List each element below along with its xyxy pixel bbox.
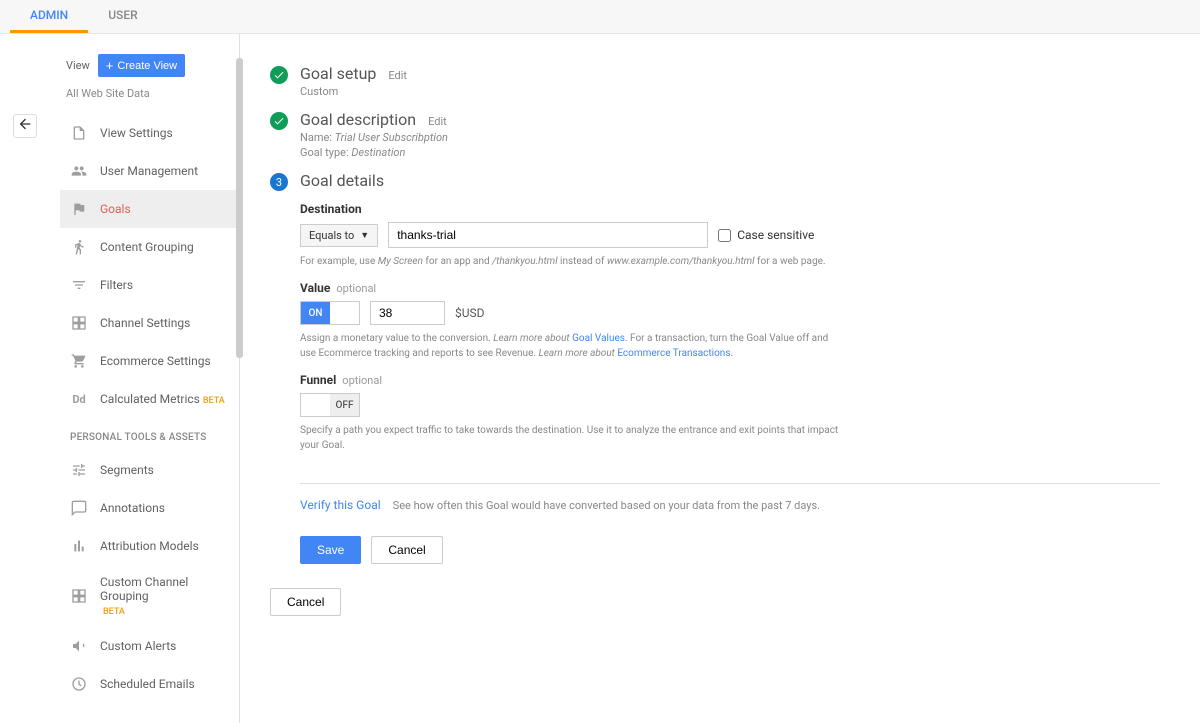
case-sensitive-box[interactable] <box>718 229 731 242</box>
step-goal-type: Goal type: Destination <box>300 146 1160 159</box>
check-icon <box>270 66 288 84</box>
sidebar-item-label: Scheduled Emails <box>100 677 195 691</box>
cancel-button[interactable]: Cancel <box>371 536 442 564</box>
create-view-button[interactable]: + Create View <box>98 54 185 77</box>
sidebar-item-annotations[interactable]: Annotations <box>60 489 239 527</box>
sidebar-item-channel-settings[interactable]: Channel Settings <box>60 304 239 342</box>
cart-icon <box>70 352 88 370</box>
sidebar-item-label: Calculated MetricsBETA <box>100 392 225 406</box>
clock-icon <box>70 675 88 693</box>
chevron-down-icon: ▼ <box>360 230 369 241</box>
comment-icon <box>70 499 88 517</box>
sidebar-item-label: User Management <box>100 164 198 178</box>
person-running-icon <box>70 238 88 256</box>
value-toggle[interactable]: ON <box>300 301 360 325</box>
sidebar-item-label: Custom Alerts <box>100 639 176 653</box>
back-button[interactable] <box>13 114 37 138</box>
tab-user[interactable]: USER <box>88 0 157 33</box>
sidebar-item-view-settings[interactable]: View Settings <box>60 114 239 152</box>
sidebar-item-attribution-models[interactable]: Attribution Models <box>60 527 239 565</box>
grid-icon <box>70 587 88 605</box>
step-title: Goal description <box>300 110 416 129</box>
step-subtitle: Custom <box>300 85 1160 98</box>
sidebar-item-content-grouping[interactable]: Content Grouping <box>60 228 239 266</box>
tab-admin[interactable]: ADMIN <box>10 0 88 33</box>
sidebar-item-calculated-metrics[interactable]: Dd Calculated MetricsBETA <box>60 380 239 418</box>
sidebar-item-filters[interactable]: Filters <box>60 266 239 304</box>
edit-link[interactable]: Edit <box>388 69 407 82</box>
view-label: View <box>66 59 90 72</box>
toggle-handle <box>330 302 359 324</box>
funnel-hint: Specify a path you expect traffic to tak… <box>300 423 840 453</box>
flag-icon <box>70 200 88 218</box>
sidebar-item-label: Custom Channel GroupingBETA <box>100 575 229 617</box>
sidebar-item-segments[interactable]: Segments <box>60 451 239 489</box>
value-unit: $USD <box>455 306 485 320</box>
bar-chart-icon <box>70 537 88 555</box>
scrollbar-thumb[interactable] <box>236 58 243 358</box>
funnel-label: Funneloptional <box>300 373 1160 387</box>
people-icon <box>70 162 88 180</box>
toggle-on-label: ON <box>301 302 330 324</box>
dd-icon: Dd <box>70 390 88 408</box>
step-title: Goal details <box>300 171 384 190</box>
ecommerce-transactions-link[interactable]: Ecommerce Transactions <box>617 348 730 359</box>
all-website-data[interactable]: All Web Site Data <box>60 87 239 114</box>
sidebar-item-ecommerce-settings[interactable]: Ecommerce Settings <box>60 342 239 380</box>
step-goal-setup: Goal setup Edit Custom <box>270 64 1160 98</box>
toggle-off-label: OFF <box>330 394 359 416</box>
sidebar-item-goals[interactable]: Goals <box>60 190 239 228</box>
sidebar-item-custom-channel-grouping[interactable]: Custom Channel GroupingBETA <box>60 565 239 627</box>
destination-hint: For example, use My Screen for an app an… <box>300 254 840 269</box>
sidebar-section-personal: PERSONAL TOOLS & ASSETS <box>60 418 239 451</box>
sidebar: View + Create View All Web Site Data Vie… <box>50 34 240 723</box>
value-hint: Assign a monetary value to the conversio… <box>300 331 840 361</box>
destination-input[interactable] <box>388 222 708 248</box>
back-arrow-icon <box>17 116 33 136</box>
value-input[interactable] <box>370 301 445 325</box>
divider <box>300 483 1160 484</box>
document-icon <box>70 124 88 142</box>
outer-cancel-button[interactable]: Cancel <box>270 588 341 616</box>
toggle-handle <box>301 394 330 416</box>
value-label: Valueoptional <box>300 281 1160 295</box>
sidebar-item-label: Filters <box>100 278 133 292</box>
sidebar-item-label: View Settings <box>100 126 173 140</box>
destination-label: Destination <box>300 202 1160 216</box>
verify-text: See how often this Goal would have conve… <box>393 499 820 512</box>
edit-link[interactable]: Edit <box>428 115 447 128</box>
case-sensitive-checkbox[interactable]: Case sensitive <box>718 228 814 242</box>
step-title: Goal setup <box>300 64 376 83</box>
main-content: Goal setup Edit Custom Goal description … <box>240 34 1200 723</box>
check-icon <box>270 112 288 130</box>
create-view-label: Create View <box>117 60 177 72</box>
funnel-toggle[interactable]: OFF <box>300 393 360 417</box>
filter-icon <box>70 276 88 294</box>
sidebar-item-custom-alerts[interactable]: Custom Alerts <box>60 627 239 665</box>
sidebar-item-label: Attribution Models <box>100 539 199 553</box>
sidebar-item-scheduled-emails[interactable]: Scheduled Emails <box>60 665 239 703</box>
tune-icon <box>70 461 88 479</box>
goal-values-link[interactable]: Goal Values <box>572 333 625 344</box>
step-number-badge: 3 <box>270 173 288 191</box>
sidebar-item-user-management[interactable]: User Management <box>60 152 239 190</box>
top-tabs: ADMIN USER <box>0 0 1200 34</box>
sidebar-item-label: Annotations <box>100 501 165 515</box>
sidebar-item-label: Goals <box>100 202 131 216</box>
sidebar-item-label: Ecommerce Settings <box>100 354 211 368</box>
save-button[interactable]: Save <box>300 536 361 564</box>
destination-match-dropdown[interactable]: Equals to ▼ <box>300 224 378 247</box>
plus-icon: + <box>106 59 114 72</box>
step-goal-name: Name: Trial User Subscribption <box>300 131 1160 144</box>
megaphone-icon <box>70 637 88 655</box>
grid-icon <box>70 314 88 332</box>
sidebar-item-label: Segments <box>100 463 154 477</box>
step-goal-details: 3 Goal details Destination Equals to ▼ C… <box>270 171 1160 564</box>
sidebar-item-label: Channel Settings <box>100 316 190 330</box>
verify-goal-link[interactable]: Verify this Goal <box>300 498 381 512</box>
sidebar-item-label: Content Grouping <box>100 240 194 254</box>
step-goal-description: Goal description Edit Name: Trial User S… <box>270 110 1160 159</box>
